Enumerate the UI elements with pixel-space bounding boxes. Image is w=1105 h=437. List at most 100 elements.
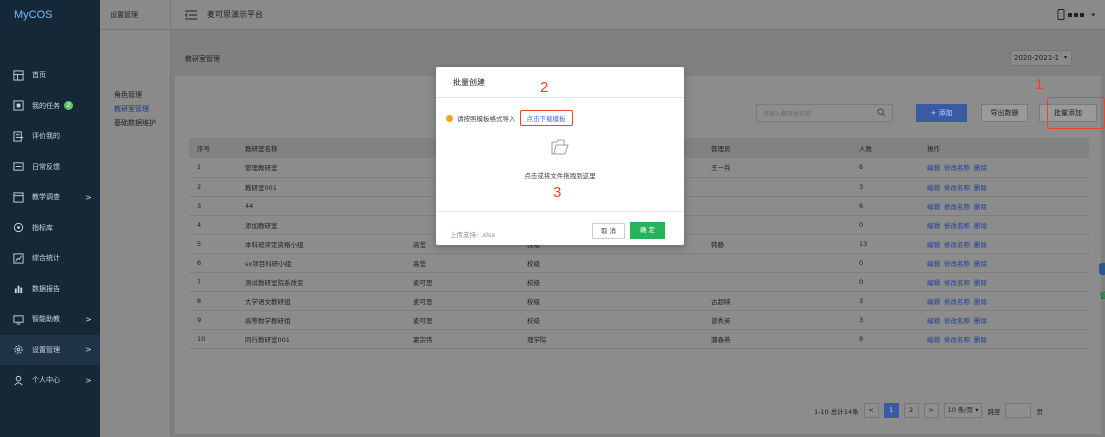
delete-link[interactable]: 删除 [974,317,987,325]
download-template-link[interactable]: 点击下载模板 [519,110,573,126]
rename-link[interactable]: 修改名称 [944,317,970,325]
row-actions: 编辑 修改名称 删除 [919,158,1089,178]
search-input[interactable]: 请输入教研室名称 [756,104,893,122]
page-size-value: 10 条/页 [947,406,974,414]
edit-link[interactable]: 编辑 [927,164,940,172]
term-select[interactable]: 2020-2021-1 ▾ [1010,50,1072,66]
nav-label: 设置管理 [32,345,60,354]
delete-link[interactable]: 删除 [974,164,987,172]
evaluate-icon [12,130,24,142]
nav-item-report[interactable]: 数据报告 [0,274,100,305]
submenu-item-basic-data[interactable]: 基础数据维护 [100,116,170,130]
delete-link[interactable]: 删除 [974,279,987,287]
nav-label: 综合统计 [32,254,60,263]
page-1-button[interactable]: 1 [883,403,899,418]
delete-link[interactable]: 删除 [974,260,987,268]
cancel-button[interactable]: 取 消 [592,223,625,239]
page-size-select[interactable]: 10 条/页 ▾ [943,403,983,418]
delete-link[interactable]: 删除 [974,336,987,344]
chevron-right-icon: > [85,375,92,385]
annotation-number-3: 3 [553,184,562,201]
confirm-button[interactable]: 确 定 [630,222,665,239]
edit-link[interactable]: 编辑 [927,279,940,287]
edit-link[interactable]: 编辑 [927,241,940,249]
rename-link[interactable]: 修改名称 [944,222,970,230]
table-cell: 曾秀英 [703,310,851,330]
edit-link[interactable]: 编辑 [927,317,940,325]
add-button[interactable]: + 添加 [916,104,967,122]
nav-item-statistics[interactable]: 综合统计 [0,243,100,274]
nav-item-feedback[interactable]: 日常反馈 [0,152,100,183]
rename-link[interactable]: 修改名称 [944,336,970,344]
rename-link[interactable]: 修改名称 [944,298,970,306]
prev-page-button[interactable]: < [863,403,879,418]
header-bar: 麦可思演示平台 ▾ [171,0,1105,30]
floating-service-tab[interactable] [1099,263,1105,275]
search-icon[interactable] [877,108,886,117]
edit-link[interactable]: 编辑 [927,184,940,192]
user-icon [12,374,24,386]
row-actions: 编辑 修改名称 删除 [919,329,1089,349]
table-cell: 4 [189,215,237,235]
table-cell: 麦可思 [405,291,519,311]
delete-link[interactable]: 删除 [974,184,987,192]
rename-link[interactable]: 修改名称 [944,241,970,249]
goto-label: 跳至 [987,407,1001,416]
table-cell: 麦可思 [405,272,519,292]
table-cell: 理学院 [519,329,703,349]
col-admin: 管理员 [703,138,851,158]
submenu-item-roles[interactable]: 角色管理 [100,88,170,102]
edit-link[interactable]: 编辑 [927,336,940,344]
table-cell: 1 [189,158,237,178]
header-user-area[interactable]: ▾ [1057,9,1095,20]
phone-icon[interactable]: ☎ [1099,291,1105,302]
table-cell: 3 [851,310,919,330]
rename-link[interactable]: 修改名称 [944,164,970,172]
nav-item-profile[interactable]: 个人中心 > [0,365,100,396]
table-cell: 管理教研室 [237,158,405,178]
row-actions: 编辑 修改名称 删除 [919,215,1089,235]
delete-link[interactable]: 删除 [974,203,987,211]
rename-link[interactable]: 修改名称 [944,260,970,268]
table-cell: 古超映 [703,291,851,311]
edit-link[interactable]: 编辑 [927,203,940,211]
rename-link[interactable]: 修改名称 [944,203,970,211]
page-2-button[interactable]: 2 [903,403,919,418]
edit-link[interactable]: 编辑 [927,298,940,306]
breadcrumb: 教研室管理 [185,55,220,63]
upload-drop-zone[interactable]: 点击或将文件拖拽到这里 [436,170,684,180]
col-count: 人数 [851,138,919,158]
delete-link[interactable]: 删除 [974,241,987,249]
next-page-button[interactable]: > [923,403,939,418]
table-cell [703,272,851,292]
nav-item-indicator[interactable]: 指标库 [0,213,100,244]
avatar-icon[interactable] [1068,11,1088,19]
goto-page-input[interactable] [1005,403,1032,418]
annotation-highlight-batch-add [1047,97,1105,129]
nav-item-evaluate[interactable]: 评价我的 [0,121,100,152]
table-cell: 麦可思 [405,310,519,330]
nav-item-assistant[interactable]: 智能助教 > [0,304,100,335]
table-cell: 3 [189,196,237,216]
table-cell: 0 [851,272,919,292]
menu-toggle-icon[interactable] [184,10,197,20]
nav-label: 指标库 [32,223,53,232]
nav-item-settings[interactable]: 设置管理 > [0,334,100,365]
mobile-icon[interactable] [1057,9,1065,20]
rename-link[interactable]: 修改名称 [944,184,970,192]
edit-link[interactable]: 编辑 [927,260,940,268]
nav-item-home[interactable]: 首页 [0,60,100,91]
nav-item-survey[interactable]: 教学调查 > [0,182,100,213]
chevron-down-icon[interactable]: ▾ [1091,11,1095,19]
table-cell: 44 [237,196,405,216]
pagination: 1-10 总计14条 < 1 2 > 10 条/页 ▾ 跳至 页 [814,403,1043,418]
rename-link[interactable]: 修改名称 [944,279,970,287]
delete-link[interactable]: 删除 [974,222,987,230]
nav-item-tasks[interactable]: 我的任务 2 [0,91,100,122]
export-button[interactable]: 导出数据 [981,104,1028,122]
col-index: 序号 [189,138,237,158]
edit-link[interactable]: 编辑 [927,222,940,230]
dashboard-icon [12,69,24,81]
delete-link[interactable]: 删除 [974,298,987,306]
submenu-item-teaching-office[interactable]: 教研室管理 [100,102,170,116]
